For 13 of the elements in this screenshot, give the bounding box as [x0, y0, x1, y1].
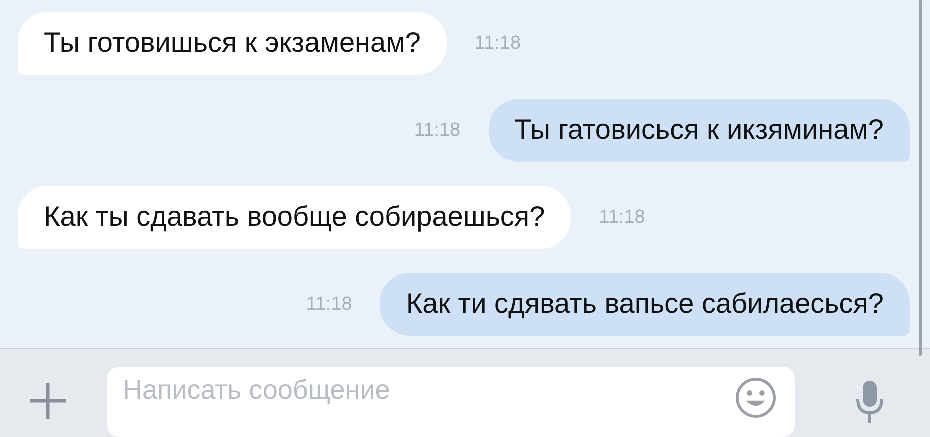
message-time: 11:18: [414, 120, 461, 142]
message-time: 11:18: [306, 294, 352, 316]
message-time: 11:18: [474, 32, 522, 54]
message-bubble: Ты готовишься к экзаменам?: [18, 12, 447, 75]
message-bubble: Как ти сдявать вапьсе сабилаесься?: [380, 273, 910, 336]
scrollbar[interactable]: [919, 0, 922, 356]
message-bubble: Как ты сдавать вообще собираешься?: [18, 186, 572, 249]
message-time: 11:18: [599, 206, 646, 228]
plus-icon[interactable]: [28, 381, 68, 421]
message-input-field[interactable]: Написать сообщение: [107, 367, 795, 437]
emoji-icon[interactable]: [735, 377, 777, 419]
microphone-icon[interactable]: [855, 379, 885, 423]
message-bubble: Ты гатовисься к икзяминам?: [488, 99, 910, 162]
